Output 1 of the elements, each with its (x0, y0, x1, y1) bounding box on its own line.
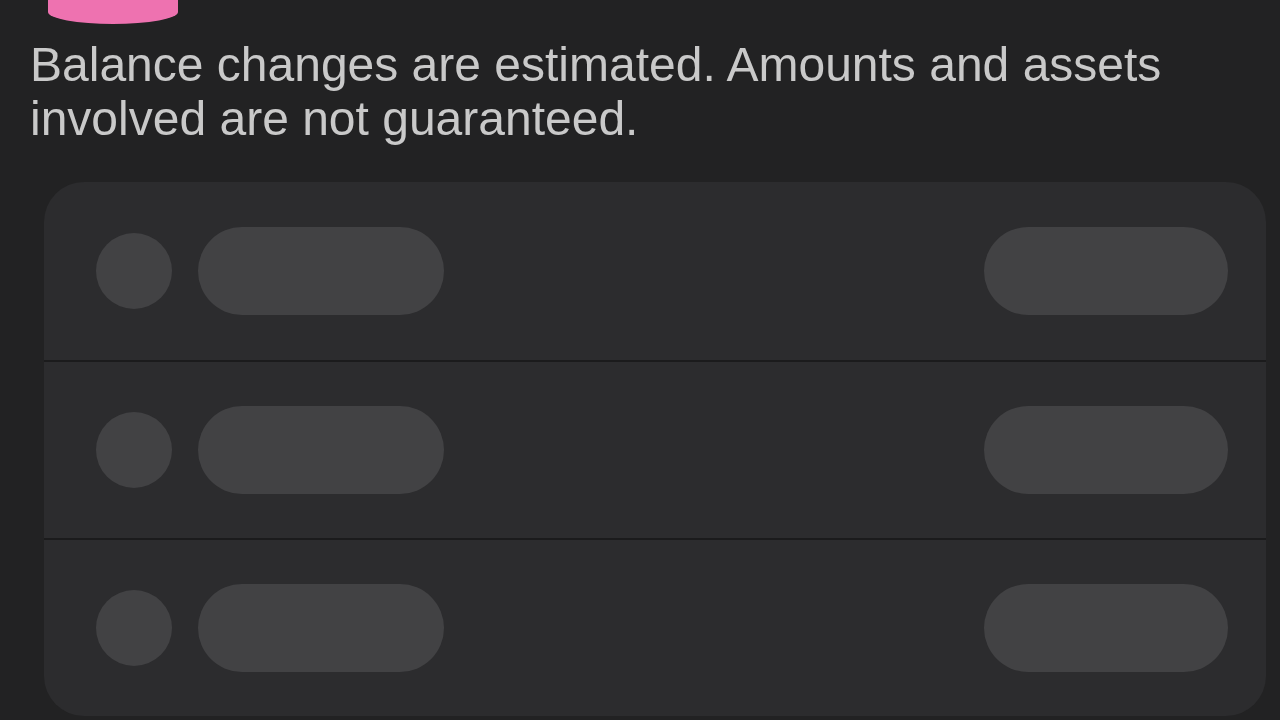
disclaimer-text: Balance changes are estimated. Amounts and assets involved are not guaranteed. (30, 38, 1163, 146)
